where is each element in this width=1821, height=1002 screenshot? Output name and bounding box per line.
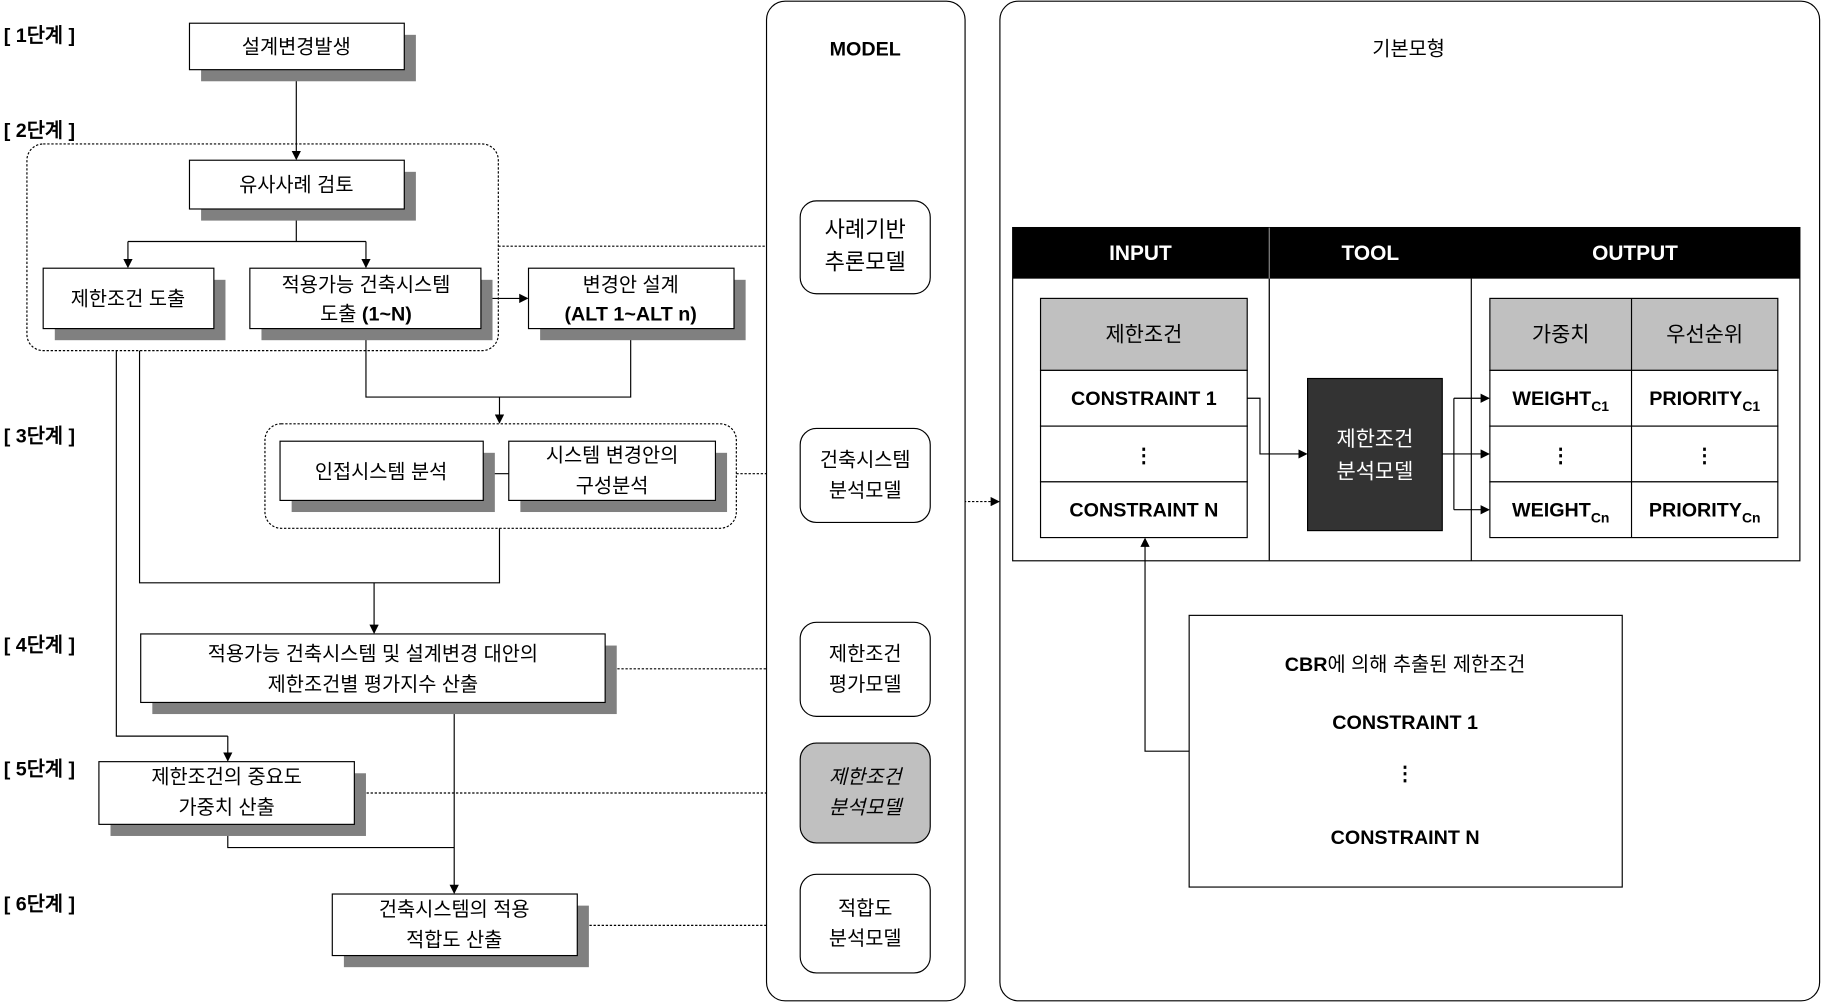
- svg-text:⋮: ⋮: [1134, 445, 1154, 467]
- stage-5-label: [ 5단계 ]: [4, 759, 75, 781]
- svg-text:추론모델: 추론모델: [825, 249, 906, 274]
- input-subtable: 제한조건 CONSTRAINT 1 ⋮ CONSTRAINT N: [1039, 297, 1248, 539]
- box-label: 시스템 변경안의: [546, 445, 678, 467]
- stage-2-label: [ 2단계 ]: [4, 120, 75, 142]
- svg-text:제한조건: 제한조건: [829, 767, 903, 789]
- box-label: 도출 (1~N): [320, 303, 412, 325]
- box-fitness-calc[interactable]: 건축시스템의 적용 적합도 산출: [331, 893, 589, 968]
- box-case-review[interactable]: 유사사례 검토: [188, 159, 416, 221]
- stage-3-label: [ 3단계 ]: [4, 425, 75, 447]
- model-constraint-eval[interactable]: 제한조건평가모델: [799, 621, 931, 717]
- model-fitness-analysis[interactable]: 적합도분석모델: [799, 873, 931, 974]
- svg-text:제한조건: 제한조건: [1105, 323, 1182, 346]
- box-label: 건축시스템의 적용: [379, 899, 530, 921]
- svg-text:분석모델: 분석모델: [829, 928, 902, 950]
- box-constraint-derive[interactable]: 제한조건 도출: [42, 267, 226, 341]
- box-label: 유사사례 검토: [239, 175, 353, 197]
- box-label: 구성분석: [576, 475, 649, 497]
- box-label: 적용가능 건축시스템 및 설계변경 대안의: [208, 644, 538, 666]
- svg-text:⋮: ⋮: [1551, 445, 1571, 467]
- stage-4-label: [ 4단계 ]: [4, 634, 75, 656]
- model-case-reasoning[interactable]: 사례기반추론모델: [799, 200, 931, 295]
- svg-text:우선순위: 우선순위: [1666, 323, 1743, 346]
- svg-text:⋮: ⋮: [1395, 763, 1415, 785]
- io-table: INPUT TOOL OUTPUT 제한조건 CONSTRAINT 1 ⋮ CO…: [1012, 226, 1801, 562]
- box-system-derive[interactable]: 적용가능 건축시스템 도출 (1~N): [249, 267, 493, 341]
- header-output: OUTPUT: [1592, 242, 1678, 265]
- svg-text:CBR에 의해 추출된 제한조건: CBR에 의해 추출된 제한조건: [1285, 654, 1526, 676]
- box-weight-calc[interactable]: 제한조건의 중요도 가중치 산출: [98, 761, 366, 836]
- constraint-row: CONSTRAINT N: [1069, 500, 1218, 522]
- svg-text:CONSTRAINT 1: CONSTRAINT 1: [1332, 712, 1478, 734]
- box-label: 제한조건별 평가지수 산출: [268, 674, 479, 696]
- box-label: 적용가능 건축시스템: [282, 274, 451, 296]
- tool-box: 제한조건 분석모델: [1307, 377, 1443, 532]
- model-title: MODEL: [830, 39, 901, 61]
- box-label: 설계변경발생: [242, 36, 351, 58]
- svg-text:분석모델: 분석모델: [829, 797, 904, 819]
- stage-6-label: [ 6단계 ]: [4, 893, 75, 915]
- box-label: 제한조건 도출: [71, 288, 185, 310]
- svg-text:분석모델: 분석모델: [829, 480, 902, 502]
- stage-1-label: [ 1단계 ]: [4, 25, 75, 47]
- svg-text:건축시스템: 건축시스템: [820, 450, 911, 472]
- svg-text:제한조건: 제한조건: [829, 644, 902, 666]
- box-label: 적합도 산출: [406, 929, 502, 951]
- svg-text:CONSTRAINT N: CONSTRAINT N: [1331, 827, 1480, 849]
- svg-text:가중치: 가중치: [1532, 323, 1590, 346]
- process-diagram: [ 1단계 ] [ 2단계 ] [ 3단계 ] [ 4단계 ] [ 5단계 ] …: [4, 0, 1821, 1002]
- stage-labels: [ 1단계 ] [ 2단계 ] [ 3단계 ] [ 4단계 ] [ 5단계 ] …: [4, 25, 75, 915]
- svg-text:적합도: 적합도: [838, 898, 892, 920]
- svg-text:분석모델: 분석모델: [1337, 460, 1414, 483]
- box-label: 인접시스템 분석: [315, 461, 447, 483]
- box-label: 변경안 설계: [583, 274, 679, 296]
- box-label: 제한조건의 중요도: [151, 767, 302, 789]
- box-label: 가중치 산출: [179, 797, 275, 819]
- svg-text:사례기반: 사례기반: [825, 217, 906, 242]
- box-adjacent-analysis[interactable]: 인접시스템 분석: [279, 440, 495, 513]
- box-eval-index[interactable]: 적용가능 건축시스템 및 설계변경 대안의 제한조건별 평가지수 산출: [140, 633, 617, 715]
- basic-model-title: 기본모형: [1372, 39, 1445, 61]
- box-label: (ALT 1~ALT n): [565, 303, 697, 325]
- svg-text:제한조건: 제한조건: [1337, 428, 1414, 451]
- model-system-analysis[interactable]: 건축시스템분석모델: [799, 427, 931, 524]
- svg-text:평가모델: 평가모델: [829, 674, 902, 696]
- box-design-change[interactable]: 설계변경발생: [188, 22, 416, 82]
- cbr-constraints-box: CBR에 의해 추출된 제한조건 CONSTRAINT 1 ⋮ CONSTRAI…: [1188, 614, 1623, 888]
- box-config-analysis[interactable]: 시스템 변경안의 구성분석: [508, 440, 728, 513]
- output-subtable: 가중치 우선순위 WEIGHTC1 PRIORITYC1 ⋮ ⋮ WEIGHTC…: [1489, 297, 1779, 539]
- svg-text:⋮: ⋮: [1695, 445, 1715, 467]
- header-tool: TOOL: [1341, 242, 1399, 265]
- box-alt-design[interactable]: 변경안 설계 (ALT 1~ALT n): [527, 267, 746, 341]
- constraint-row: CONSTRAINT 1: [1071, 388, 1217, 410]
- header-input: INPUT: [1109, 242, 1172, 265]
- model-constraint-analysis-highlighted[interactable]: 제한조건분석모델: [799, 742, 931, 844]
